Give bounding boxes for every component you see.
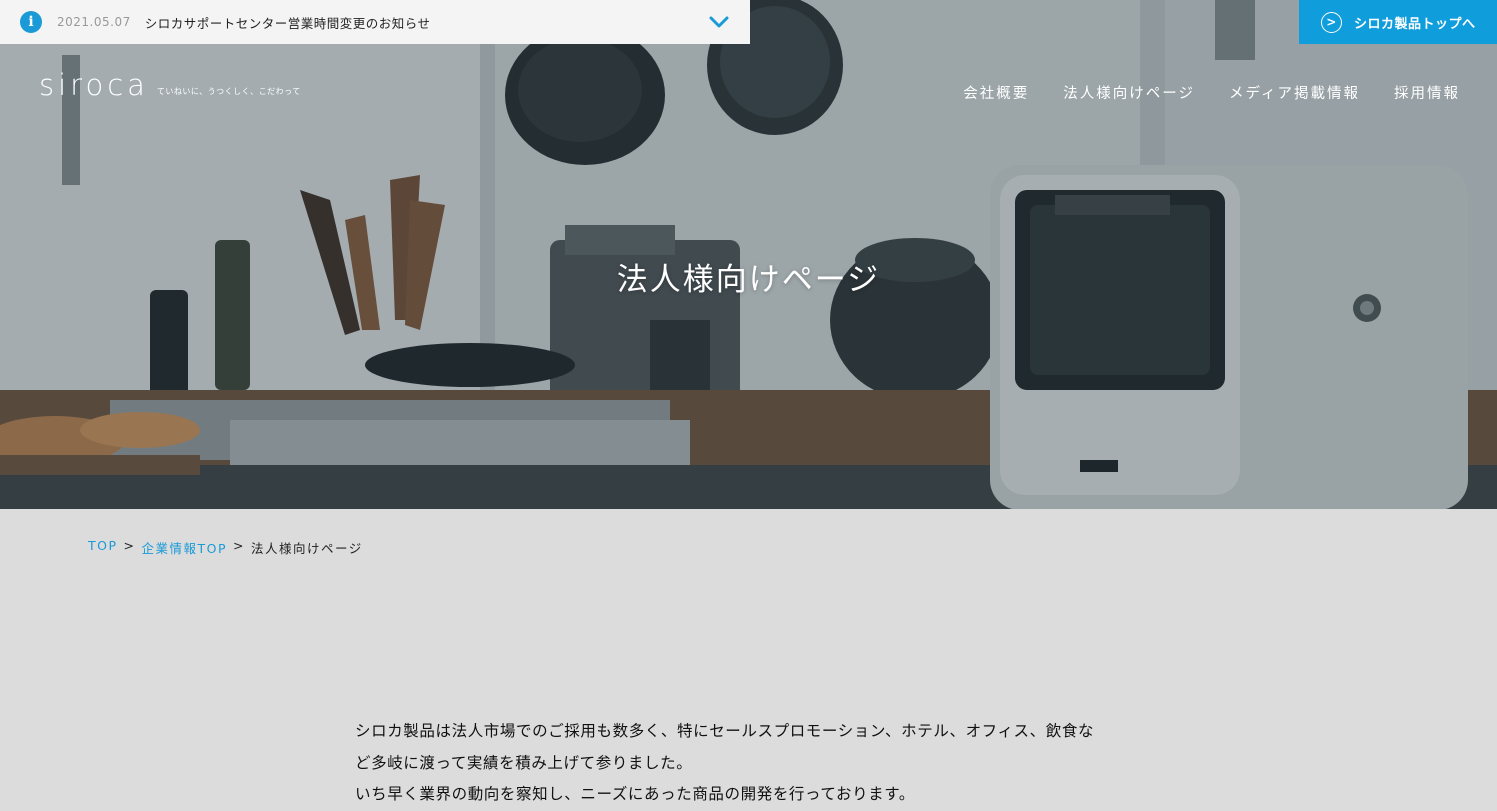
main-nav: 会社概要 法人様向けページ メディア掲載情報 採用情報 xyxy=(963,82,1460,103)
breadcrumb: TOP > 企業情報TOP > 法人様向けページ xyxy=(88,538,363,557)
product-top-label: シロカ製品トップへ xyxy=(1354,16,1476,32)
breadcrumb-current: 法人様向けページ xyxy=(251,541,363,556)
news-date: 2021.05.07 xyxy=(57,15,131,29)
logo-wordmark: siroca xyxy=(39,68,149,102)
logo-tagline: ていねいに、うつくしく、こだわって xyxy=(156,87,301,96)
news-title[interactable]: シロカサポートセンター営業時間変更のお知らせ xyxy=(145,13,431,32)
breadcrumb-company[interactable]: 企業情報TOP xyxy=(142,538,228,557)
nav-company[interactable]: 会社概要 xyxy=(963,82,1029,103)
intro-text: シロカ製品は法人市場でのご採用も数多く、特にセールスプロモーション、ホテル、オフ… xyxy=(355,716,1155,811)
page-title: 法人様向けページ xyxy=(616,262,881,298)
breadcrumb-separator: > xyxy=(233,538,245,553)
nav-recruit[interactable]: 採用情報 xyxy=(1394,82,1460,103)
site-logo[interactable]: siroca ていねいに、うつくしく、こだわって xyxy=(39,70,301,100)
news-bar[interactable]: i 2021.05.07 シロカサポートセンター営業時間変更のお知らせ xyxy=(0,0,750,44)
info-icon: i xyxy=(20,11,42,33)
intro-line: シロカ製品は法人市場でのご採用も数多く、特にセールスプロモーション、ホテル、オフ… xyxy=(355,722,1095,740)
intro-line: ど多岐に渡って実績を積み上げて参りました。 xyxy=(355,753,693,772)
nav-business[interactable]: 法人様向けページ xyxy=(1063,82,1195,103)
breadcrumb-top[interactable]: TOP xyxy=(88,538,118,557)
breadcrumb-separator: > xyxy=(123,538,136,553)
chevron-down-icon[interactable] xyxy=(709,15,729,29)
arrow-right-icon: > xyxy=(1321,11,1342,33)
nav-media[interactable]: メディア掲載情報 xyxy=(1229,82,1360,103)
product-top-button[interactable]: > シロカ製品トップへ xyxy=(1299,0,1497,44)
intro-line: いち早く業界の動向を察知し、ニーズにあった商品の開発を行っております。 xyxy=(355,785,915,803)
